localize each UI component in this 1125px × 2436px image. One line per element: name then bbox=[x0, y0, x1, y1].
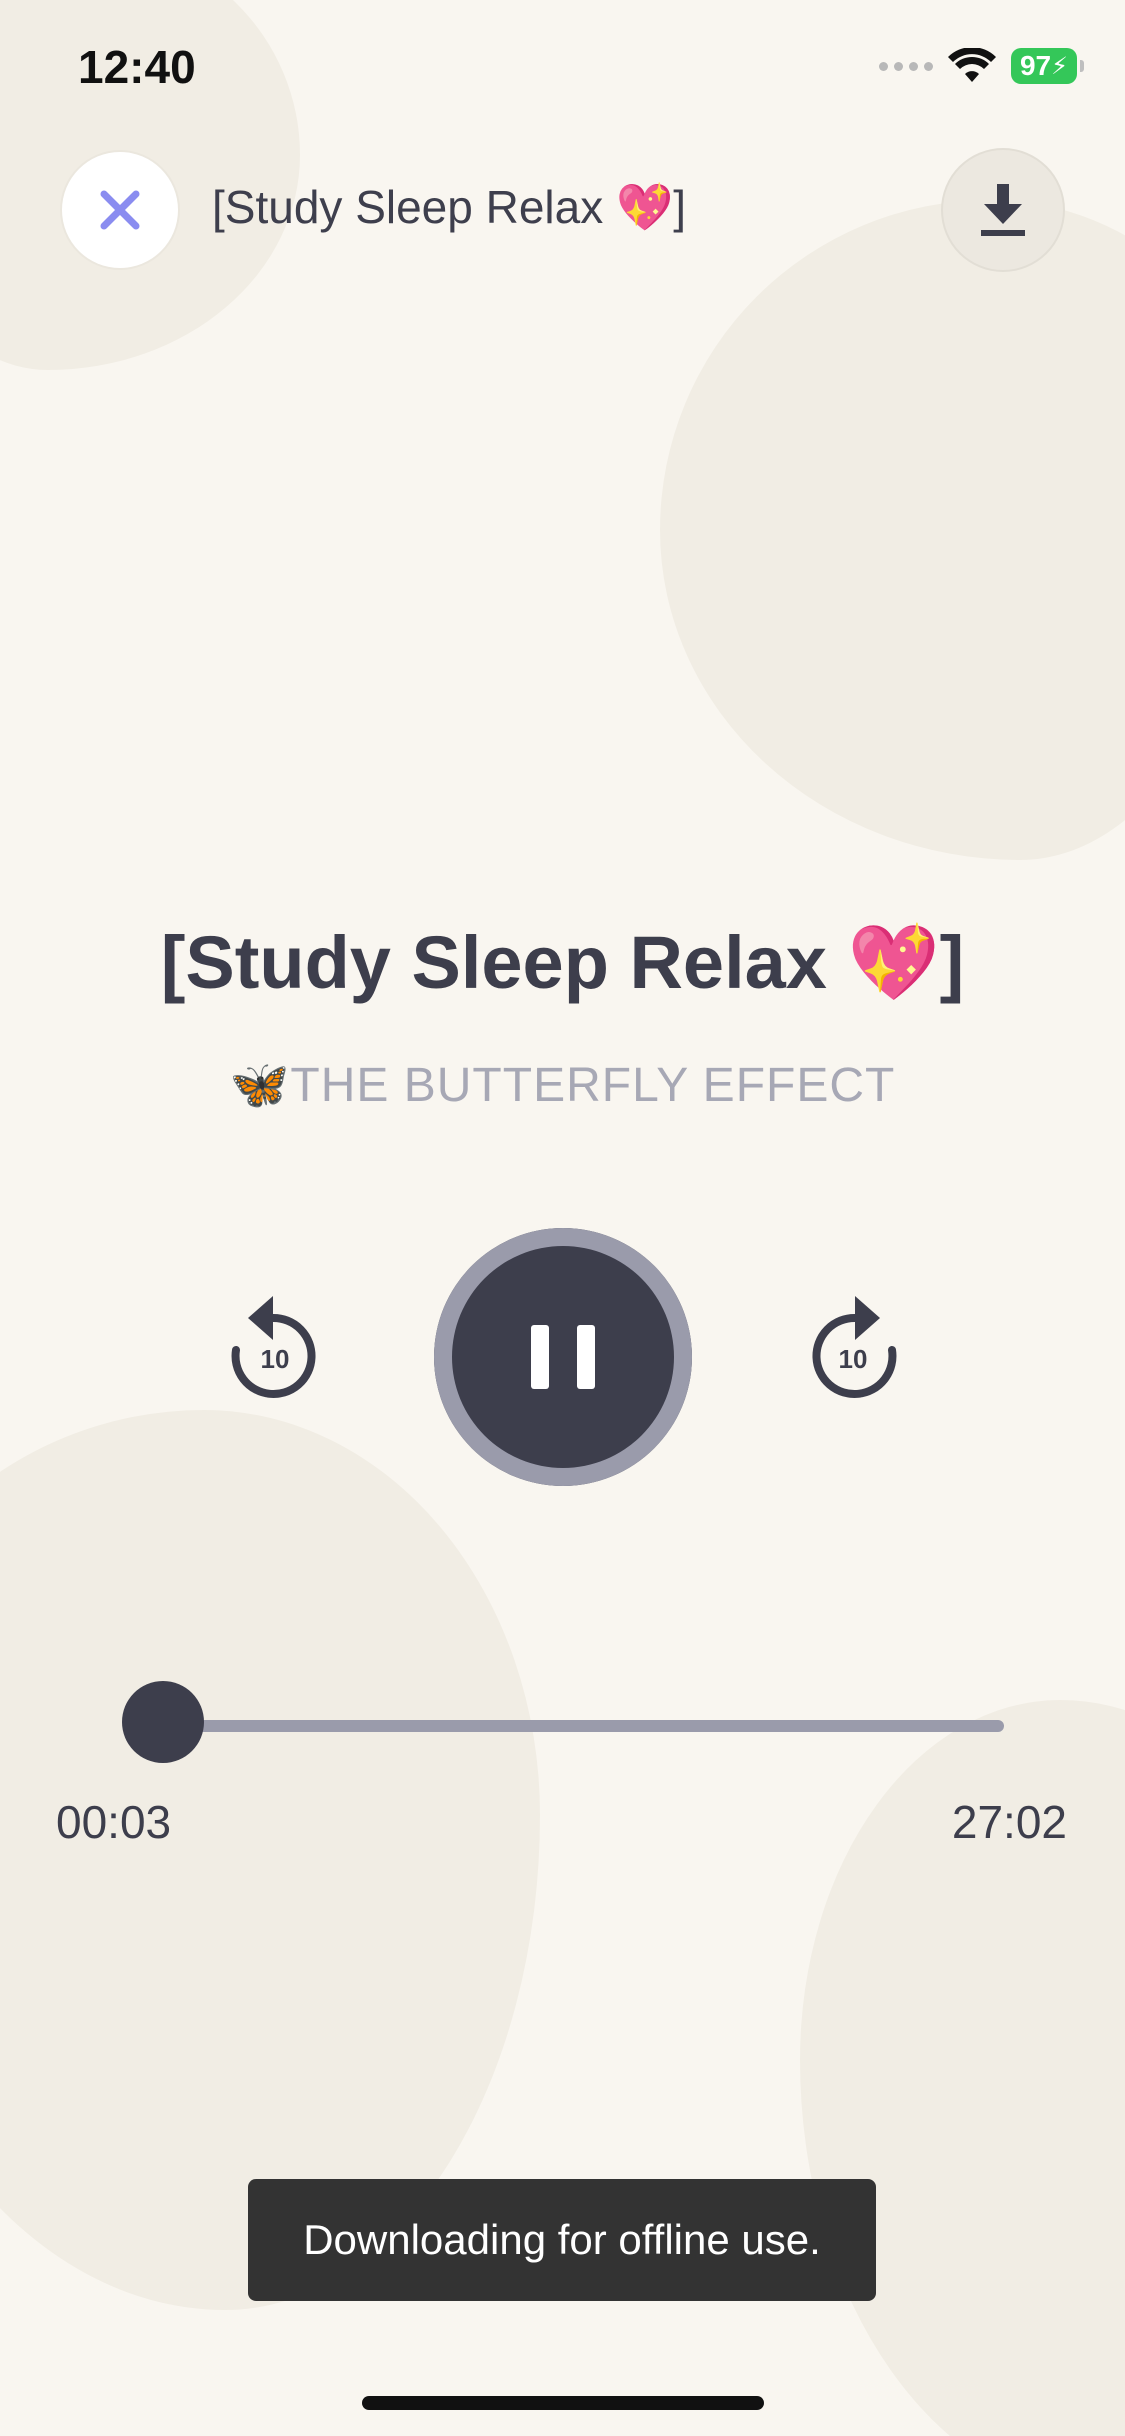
pause-button[interactable] bbox=[434, 1228, 692, 1486]
progress-track[interactable] bbox=[162, 1720, 1004, 1732]
track-title: [Study Sleep Relax 💖] bbox=[160, 921, 965, 1004]
skip-forward-label: 10 bbox=[839, 1344, 868, 1374]
download-toast: Downloading for offline use. bbox=[248, 2179, 876, 2301]
skip-forward-button[interactable]: 10 bbox=[800, 1290, 910, 1410]
skip-back-button[interactable]: 10 bbox=[218, 1290, 328, 1410]
home-indicator bbox=[362, 2396, 764, 2410]
battery-icon: 97 ⚡ bbox=[1011, 48, 1084, 84]
total-time: 27:02 bbox=[951, 1796, 1067, 1848]
wifi-icon bbox=[948, 48, 996, 82]
download-icon bbox=[981, 184, 1025, 236]
rewind-10-icon: 10 bbox=[231, 1296, 316, 1398]
background-blob bbox=[0, 1410, 540, 2310]
header-title: [Study Sleep Relax 💖] bbox=[212, 181, 687, 233]
pause-icon bbox=[517, 1325, 609, 1389]
track-artist: 🦋THE BUTTERFLY EFFECT bbox=[229, 1059, 896, 1112]
battery-level: 97 bbox=[1019, 50, 1052, 81]
elapsed-time: 00:03 bbox=[56, 1796, 172, 1848]
forward-10-icon: 10 bbox=[812, 1296, 897, 1398]
download-button[interactable] bbox=[943, 150, 1063, 270]
player-screen: 12:40 97 ⚡ [Study Sleep Relax 💖] [Study S… bbox=[0, 0, 1125, 2436]
background-blob bbox=[660, 200, 1125, 860]
close-icon bbox=[100, 190, 140, 230]
close-button[interactable] bbox=[62, 152, 178, 268]
status-indicators: 97 ⚡ bbox=[879, 48, 1084, 84]
progress-knob[interactable] bbox=[122, 1681, 204, 1763]
skip-back-label: 10 bbox=[261, 1344, 290, 1374]
status-time: 12:40 bbox=[78, 41, 196, 93]
toast-message: Downloading for offline use. bbox=[303, 2216, 821, 2263]
cellular-signal-icon bbox=[879, 61, 933, 71]
